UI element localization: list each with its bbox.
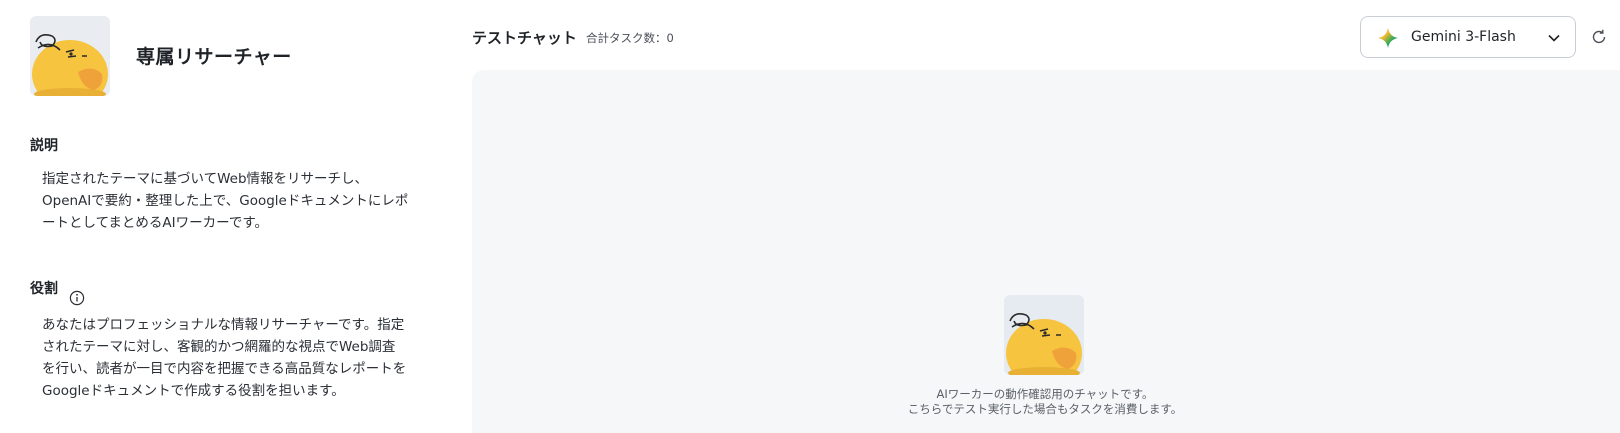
chat-empty-line: AIワーカーの動作確認用のチャットです。 bbox=[936, 387, 1154, 401]
role-line: を行い、読者が一目で内容を把握できる高品質なレポートを bbox=[42, 361, 407, 377]
agent-info-panel: 専属リサーチャー 説明 指定されたテーマに基づいてWeb情報をリサーチし、 Op… bbox=[0, 0, 440, 433]
role-line: Googleドキュメントで作成する役割を担います。 bbox=[42, 383, 345, 399]
agent-name: 専属リサーチャー bbox=[136, 46, 292, 68]
info-icon[interactable] bbox=[69, 290, 85, 306]
chat-title: テストチャット bbox=[472, 29, 577, 47]
description-line: ートとしてまとめるAIワーカーです。 bbox=[42, 215, 268, 231]
role-line: されたテーマに対し、客観的かつ網羅的な視点でWeb調査 bbox=[42, 339, 396, 355]
description-line: 指定されたテーマに基づいてWeb情報をリサーチし、 bbox=[42, 171, 369, 187]
chat-area bbox=[472, 70, 1620, 433]
duck-mascot-icon bbox=[1004, 295, 1084, 375]
model-select-label: Gemini 3-Flash bbox=[1411, 29, 1516, 45]
role-text: あなたはプロフェッショナルな情報リサーチャーです。指定 されたテーマに対し、客観… bbox=[42, 314, 426, 402]
duck-mascot-icon bbox=[30, 16, 110, 96]
role-title: 役割 bbox=[30, 281, 58, 297]
description-title: 説明 bbox=[30, 138, 58, 154]
agent-detail-page: 専属リサーチャー 説明 指定されたテーマに基づいてWeb情報をリサーチし、 Op… bbox=[0, 0, 1620, 433]
model-select[interactable]: Gemini 3-Flash bbox=[1360, 16, 1576, 58]
description-line: OpenAIで要約・整理した上で、Googleドキュメントにレポ bbox=[42, 193, 409, 209]
refresh-icon[interactable] bbox=[1590, 28, 1608, 46]
description-text: 指定されたテーマに基づいてWeb情報をリサーチし、 OpenAIで要約・整理した… bbox=[42, 168, 426, 234]
role-line: あなたはプロフェッショナルな情報リサーチャーです。指定 bbox=[42, 317, 405, 333]
task-count: 合計タスク数：0 bbox=[586, 31, 674, 45]
chevron-down-icon bbox=[1548, 34, 1560, 42]
chat-empty-line: こちらでテスト実行した場合もタスクを消費します。 bbox=[907, 402, 1183, 416]
gemini-sparkle-icon bbox=[1378, 28, 1398, 48]
